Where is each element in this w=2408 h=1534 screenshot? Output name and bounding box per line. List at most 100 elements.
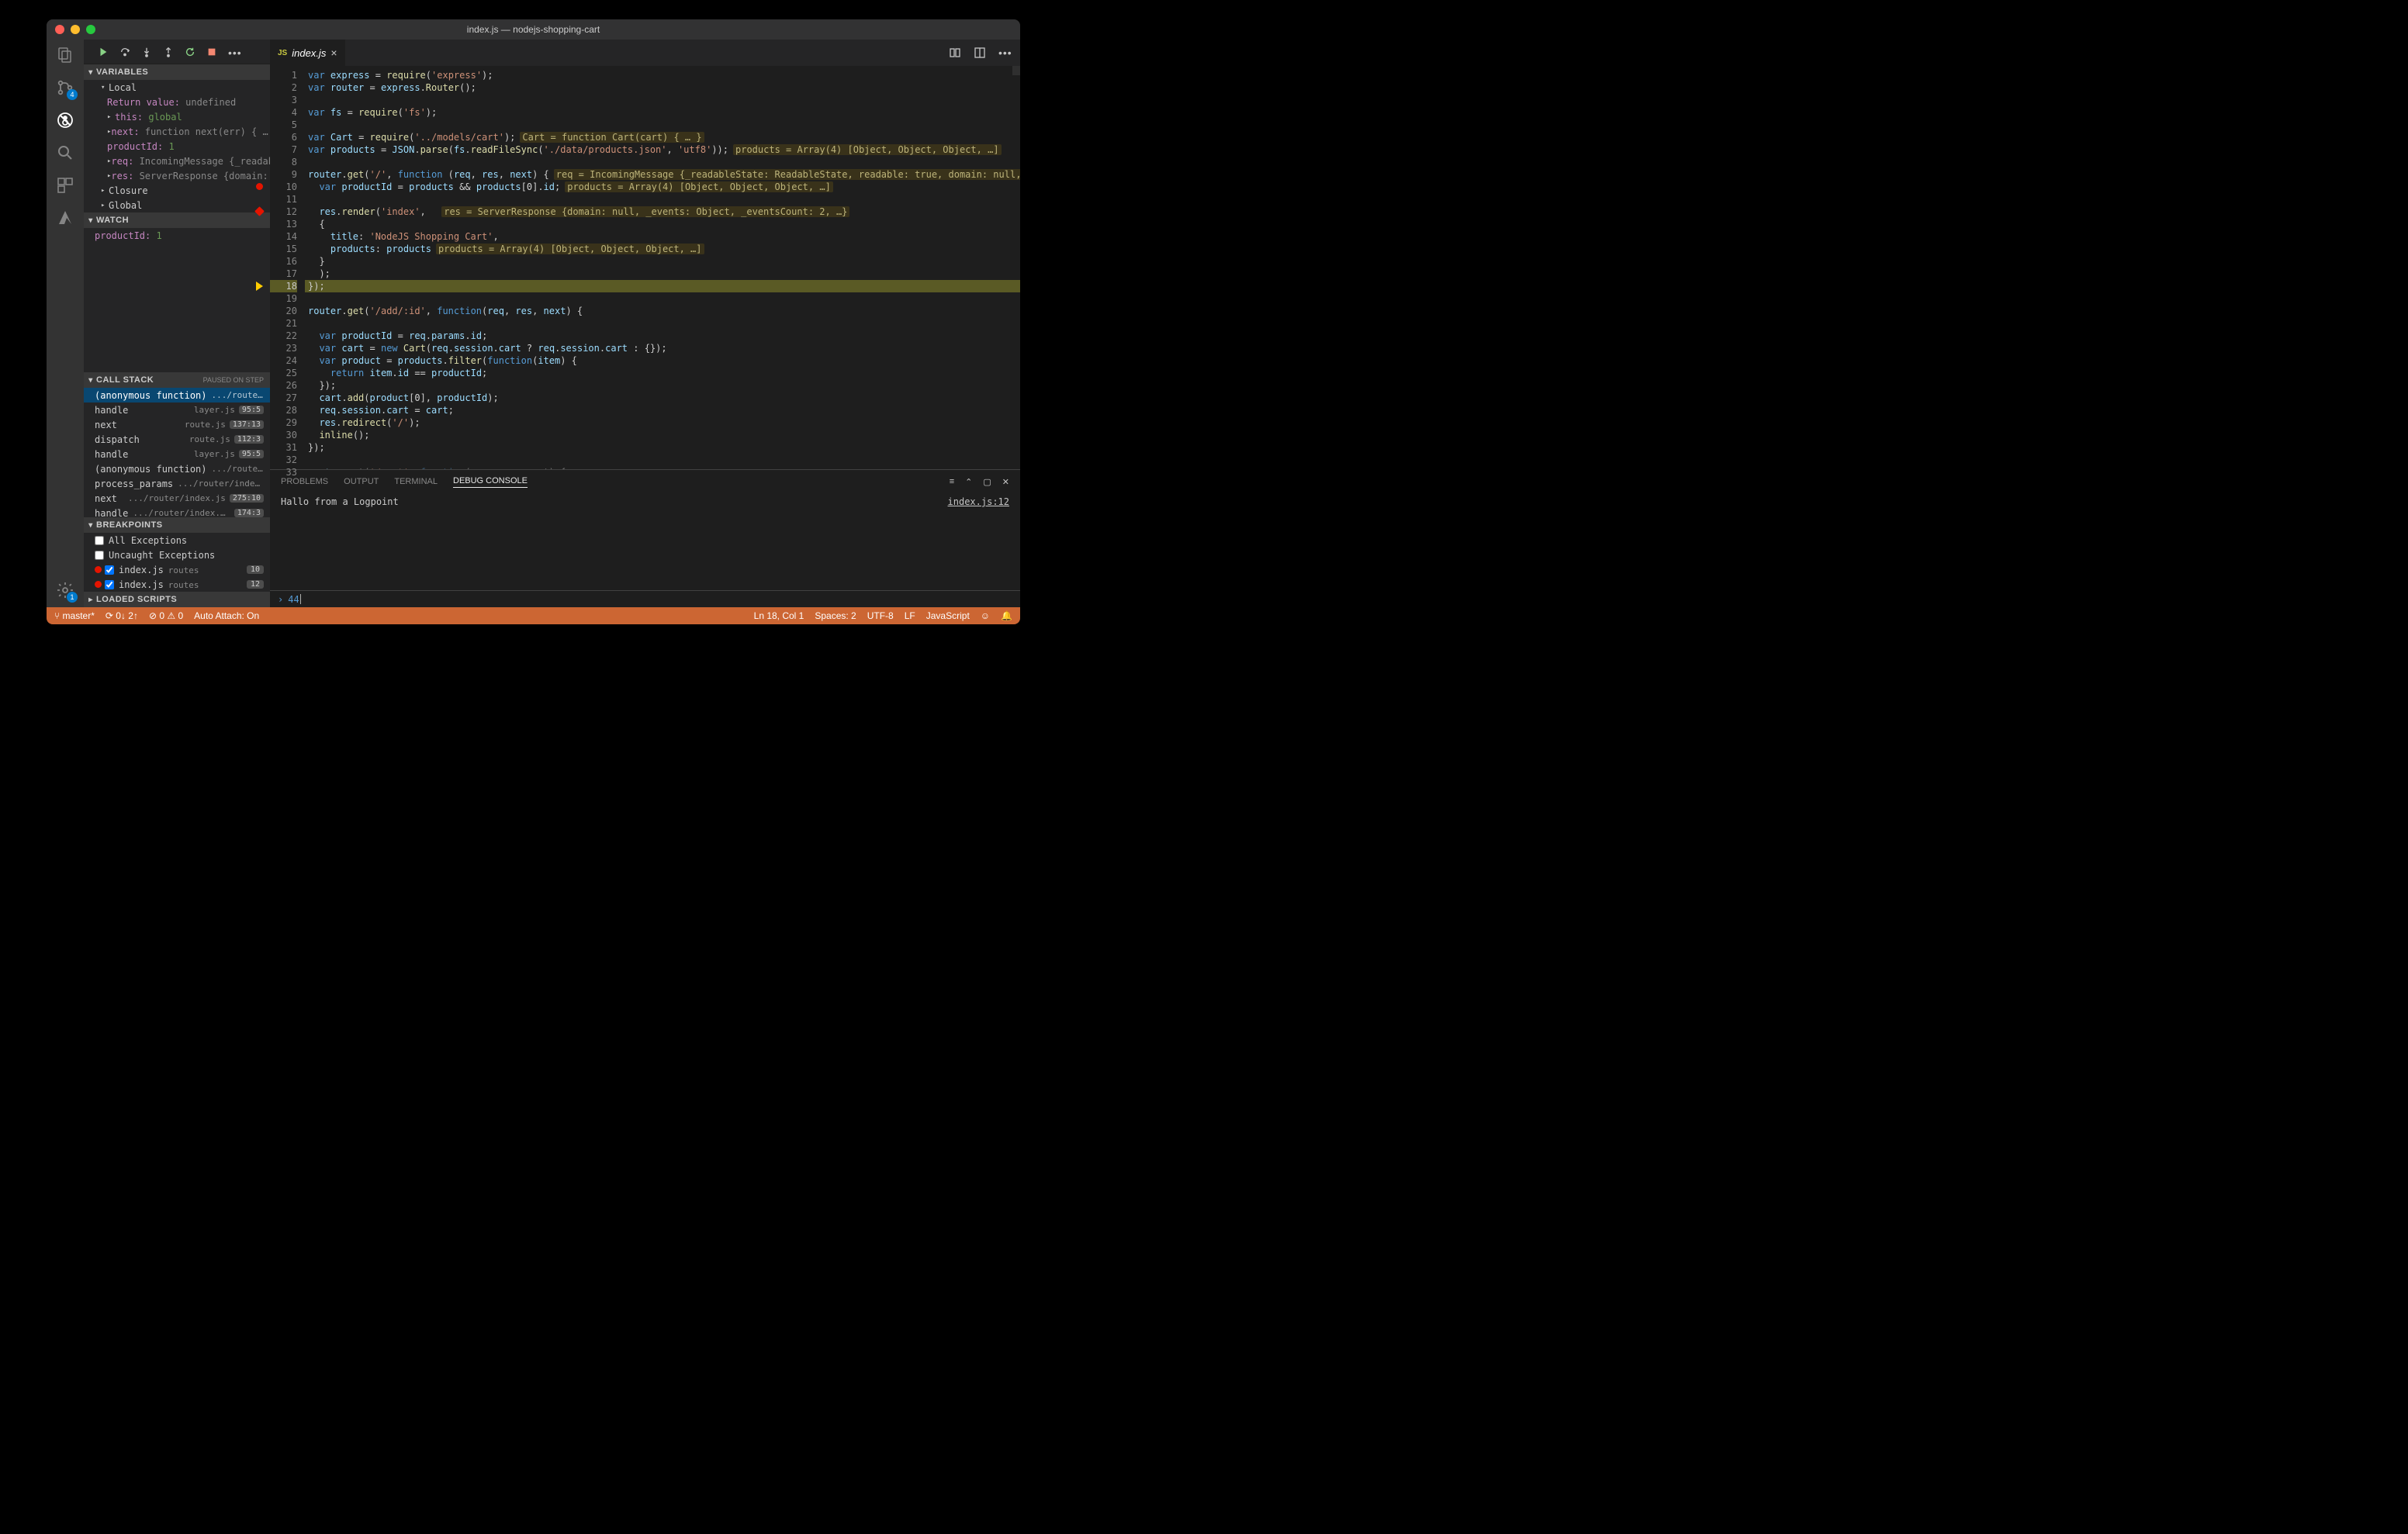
- code-line[interactable]: }: [305, 255, 1020, 268]
- code-line[interactable]: res.render('index', res = ServerResponse…: [305, 206, 1020, 218]
- step-out-button[interactable]: [163, 47, 174, 57]
- var-return-value[interactable]: Return value: undefined: [84, 95, 270, 109]
- code-line[interactable]: router.get('/cart', function(req, res, n…: [305, 466, 1020, 469]
- callstack-frame[interactable]: handle.../router/index.js174:3: [84, 506, 270, 517]
- settings-icon[interactable]: 1: [56, 581, 74, 599]
- code-line[interactable]: var Cart = require('../models/cart');Car…: [305, 131, 1020, 143]
- stop-button[interactable]: [206, 47, 217, 57]
- code-line[interactable]: [305, 119, 1020, 131]
- callstack-frame[interactable]: (anonymous function).../router/ind…: [84, 461, 270, 476]
- bp-all-exceptions[interactable]: All Exceptions: [84, 533, 270, 548]
- azure-icon[interactable]: [56, 209, 74, 227]
- bp-item-1[interactable]: index.jsroutes10: [84, 562, 270, 577]
- panel-tab-debug-console[interactable]: DEBUG CONSOLE: [453, 476, 528, 488]
- code-line[interactable]: [305, 193, 1020, 206]
- close-window-button[interactable]: [55, 25, 64, 34]
- continue-button[interactable]: [98, 47, 109, 57]
- breakpoint-glyph[interactable]: [256, 183, 263, 190]
- line-gutter[interactable]: 1234567891011121314151617181920212223242…: [270, 66, 305, 469]
- code-line[interactable]: });: [305, 280, 1020, 292]
- variables-section-header[interactable]: ▾VARIABLES: [84, 64, 270, 80]
- status-bell-icon[interactable]: 🔔: [1001, 610, 1012, 621]
- code-line[interactable]: var product = products.filter(function(i…: [305, 354, 1020, 367]
- status-feedback-icon[interactable]: ☺: [981, 610, 990, 621]
- step-into-button[interactable]: [141, 47, 152, 57]
- status-indent[interactable]: Spaces: 2: [815, 610, 856, 621]
- callstack-section-header[interactable]: ▾CALL STACKPAUSED ON STEP: [84, 372, 270, 388]
- watch-section-header[interactable]: ▾WATCH: [84, 212, 270, 228]
- code-line[interactable]: router.get('/add/:id', function(req, res…: [305, 305, 1020, 317]
- status-cursor-pos[interactable]: Ln 18, Col 1: [754, 610, 804, 621]
- code-line[interactable]: [305, 454, 1020, 466]
- panel-tab-output[interactable]: OUTPUT: [344, 477, 379, 486]
- code-line[interactable]: res.redirect('/');: [305, 416, 1020, 429]
- code-line[interactable]: req.session.cart = cart;: [305, 404, 1020, 416]
- var-this[interactable]: ▸this: global: [84, 109, 270, 124]
- callstack-frame[interactable]: next.../router/index.js275:10: [84, 491, 270, 506]
- code-line[interactable]: });: [305, 441, 1020, 454]
- compare-icon[interactable]: [949, 47, 961, 59]
- code-line[interactable]: var express = require('express');: [305, 69, 1020, 81]
- step-over-button[interactable]: [119, 47, 130, 57]
- status-eol[interactable]: LF: [905, 610, 915, 621]
- code-line[interactable]: });: [305, 379, 1020, 392]
- debug-icon[interactable]: [56, 111, 74, 130]
- code-content[interactable]: var express = require('express');var rou…: [305, 66, 1020, 469]
- callstack-frame[interactable]: handlelayer.js95:5: [84, 403, 270, 417]
- more-editor-icon[interactable]: •••: [998, 47, 1011, 59]
- close-tab-button[interactable]: ×: [330, 47, 337, 59]
- code-line[interactable]: var products = JSON.parse(fs.readFileSyn…: [305, 143, 1020, 156]
- scope-local[interactable]: ▾Local: [84, 80, 270, 95]
- minimize-window-button[interactable]: [71, 25, 80, 34]
- code-line[interactable]: var router = express.Router();: [305, 81, 1020, 94]
- debug-console-input[interactable]: ›44: [270, 590, 1020, 607]
- callstack-frame[interactable]: dispatchroute.js112:3: [84, 432, 270, 447]
- restart-button[interactable]: [185, 47, 195, 57]
- callstack-frame[interactable]: handlelayer.js95:5: [84, 447, 270, 461]
- scm-icon[interactable]: 4: [56, 78, 74, 97]
- code-line[interactable]: router.get('/', function (req, res, next…: [305, 168, 1020, 181]
- explorer-icon[interactable]: [56, 46, 74, 64]
- split-editor-icon[interactable]: [974, 47, 986, 59]
- code-line[interactable]: [305, 94, 1020, 106]
- var-next[interactable]: ▸next: function next(err) { … }: [84, 124, 270, 139]
- panel-close-icon[interactable]: ✕: [1002, 477, 1009, 487]
- status-auto-attach[interactable]: Auto Attach: On: [194, 610, 259, 621]
- status-problems[interactable]: ⊘ 0 ⚠ 0: [149, 610, 183, 621]
- code-line[interactable]: [305, 292, 1020, 305]
- code-line[interactable]: var fs = require('fs');: [305, 106, 1020, 119]
- debug-console-output[interactable]: Hallo from a Logpoint index.js:12: [270, 493, 1020, 590]
- status-language[interactable]: JavaScript: [926, 610, 970, 621]
- minimap[interactable]: [1012, 66, 1020, 75]
- code-line[interactable]: var productId = products && products[0].…: [305, 181, 1020, 193]
- var-productid[interactable]: productId: 1: [84, 139, 270, 154]
- status-encoding[interactable]: UTF-8: [867, 610, 894, 621]
- callstack-frame[interactable]: (anonymous function).../routes/ind…: [84, 388, 270, 403]
- more-debug-button[interactable]: •••: [228, 47, 239, 57]
- code-line[interactable]: [305, 317, 1020, 330]
- loaded-scripts-section-header[interactable]: ▸LOADED SCRIPTS: [84, 592, 270, 607]
- watch-productid[interactable]: productId: 1: [84, 228, 270, 243]
- code-line[interactable]: {: [305, 218, 1020, 230]
- bp-item-2[interactable]: index.jsroutes12: [84, 577, 270, 592]
- panel-layout-icon[interactable]: ▢: [983, 477, 991, 487]
- panel-filter-icon[interactable]: ≡: [950, 477, 954, 487]
- code-line[interactable]: cart.add(product[0], productId);: [305, 392, 1020, 404]
- code-line[interactable]: [305, 156, 1020, 168]
- var-res[interactable]: ▸res: ServerResponse {domain: null…: [84, 168, 270, 183]
- callstack-frame[interactable]: process_params.../router/index.js: [84, 476, 270, 491]
- scope-closure[interactable]: ▸Closure: [84, 183, 270, 198]
- scope-global[interactable]: ▸Global: [84, 198, 270, 212]
- panel-tab-terminal[interactable]: TERMINAL: [394, 477, 438, 486]
- code-line[interactable]: var productId = req.params.id;: [305, 330, 1020, 342]
- code-line[interactable]: products: productsproducts = Array(4) [O…: [305, 243, 1020, 255]
- panel-collapse-icon[interactable]: ⌃: [965, 477, 972, 487]
- search-icon[interactable]: [56, 143, 74, 162]
- breakpoints-section-header[interactable]: ▾BREAKPOINTS: [84, 517, 270, 533]
- tab-index-js[interactable]: JS index.js ×: [270, 40, 346, 66]
- code-line[interactable]: return item.id == productId;: [305, 367, 1020, 379]
- text-editor[interactable]: 1234567891011121314151617181920212223242…: [270, 66, 1020, 469]
- status-sync[interactable]: ⟳ 0↓ 2↑: [106, 610, 138, 621]
- maximize-window-button[interactable]: [86, 25, 95, 34]
- callstack-frame[interactable]: nextroute.js137:13: [84, 417, 270, 432]
